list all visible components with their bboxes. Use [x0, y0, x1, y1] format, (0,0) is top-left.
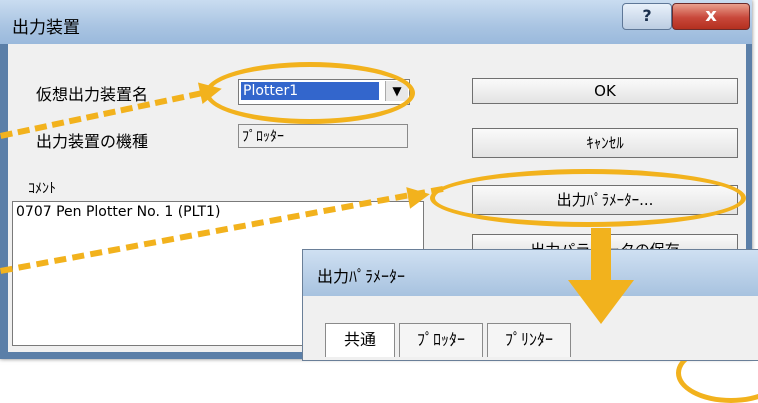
comment-text: 0707 Pen Plotter No. 1 (PLT1) [16, 204, 221, 220]
arrow-right-icon [197, 77, 225, 105]
model-field: ﾌﾟﾛｯﾀｰ [238, 124, 408, 148]
arrow-down-icon [568, 228, 634, 324]
dialog-title: 出力装置 [12, 18, 80, 38]
highlight-ring-device-name [205, 62, 415, 124]
tab-printer[interactable]: ﾌﾟﾘﾝﾀｰ [487, 323, 571, 357]
cancel-button[interactable]: ｷｬﾝｾﾙ [472, 128, 738, 158]
subdialog-title: 出力ﾊﾟﾗﾒｰﾀｰ [317, 267, 406, 286]
model-label: 出力装置の機種 [36, 132, 149, 151]
close-button[interactable]: x [672, 3, 750, 30]
device-name-label: 仮想出力装置名 [36, 85, 149, 104]
highlight-ring-params-button [430, 169, 746, 227]
output-params-subdialog: 出力ﾊﾟﾗﾒｰﾀｰ 共通 ﾌﾟﾛｯﾀｰ ﾌﾟﾘﾝﾀｰ [302, 249, 758, 361]
ok-button[interactable]: OK [472, 78, 738, 104]
arrow-right-icon [406, 183, 432, 209]
title-bar[interactable]: 出力装置 ? x [0, 0, 752, 44]
tab-plotter[interactable]: ﾌﾟﾛｯﾀｰ [399, 323, 483, 357]
tab-common[interactable]: 共通 [325, 323, 395, 357]
help-button[interactable]: ? [622, 3, 672, 30]
comment-label: ｺﾒﾝﾄ [28, 181, 56, 197]
subdialog-title-bar[interactable]: 出力ﾊﾟﾗﾒｰﾀｰ [303, 250, 758, 296]
